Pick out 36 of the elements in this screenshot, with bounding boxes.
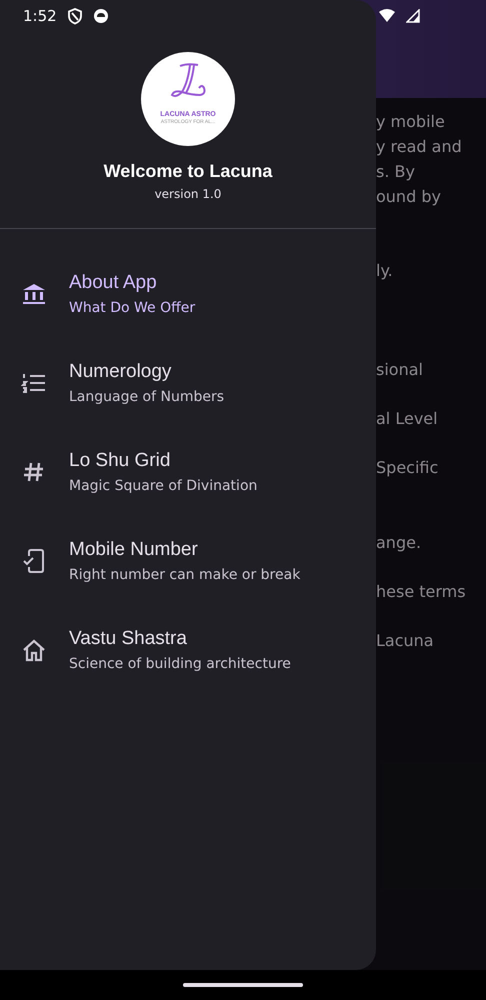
drawer-item[interactable]: Numerology Language of Numbers xyxy=(0,348,376,437)
background-text: y mobile xyxy=(376,111,446,133)
background-text: Specific xyxy=(376,457,440,479)
item-subtitle: Right number can make or break xyxy=(69,567,300,583)
house-icon xyxy=(21,637,47,663)
shield-icon xyxy=(66,7,83,25)
background-text: Lacuna xyxy=(376,630,435,652)
item-subtitle: What Do We Offer xyxy=(69,300,196,316)
item-title: Mobile Number xyxy=(69,539,199,561)
background-text: s. By xyxy=(376,161,416,183)
drawer-item[interactable]: Lo Shu Grid Magic Square of Divination xyxy=(0,437,376,526)
item-subtitle: Science of building architecture xyxy=(69,656,291,672)
status-time: 1:52 xyxy=(23,7,57,25)
drawer-title: Welcome to Lacuna xyxy=(104,161,272,182)
background-text: al Level xyxy=(376,408,439,430)
item-title: Vastu Shastra xyxy=(69,628,188,650)
background-text: ound by xyxy=(376,186,442,208)
background-text: ange. xyxy=(376,532,422,554)
drawer-item[interactable]: Mobile Number Right number can make or break xyxy=(0,526,376,615)
home-indicator[interactable] xyxy=(183,983,303,987)
item-subtitle: Language of Numbers xyxy=(69,389,224,405)
drawer-item[interactable]: About App What Do We Offer xyxy=(0,259,376,348)
wifi-icon xyxy=(378,8,396,24)
bank-icon xyxy=(21,281,47,307)
signal-icon xyxy=(406,9,420,23)
item-title: Lo Shu Grid xyxy=(69,450,172,472)
version-text: version 1.0 xyxy=(154,187,222,201)
item-title: About App xyxy=(69,272,158,294)
background-text: y read and xyxy=(376,136,463,158)
item-subtitle: Magic Square of Divination xyxy=(69,478,258,494)
phone-check-icon xyxy=(21,548,47,574)
background-text: hese terms xyxy=(376,581,467,603)
item-title: Numerology xyxy=(69,361,172,383)
background-text: sional xyxy=(376,359,424,381)
drawer-item[interactable]: Vastu Shastra Science of building architecture xyxy=(0,615,376,704)
background-text: ly. xyxy=(376,260,394,282)
